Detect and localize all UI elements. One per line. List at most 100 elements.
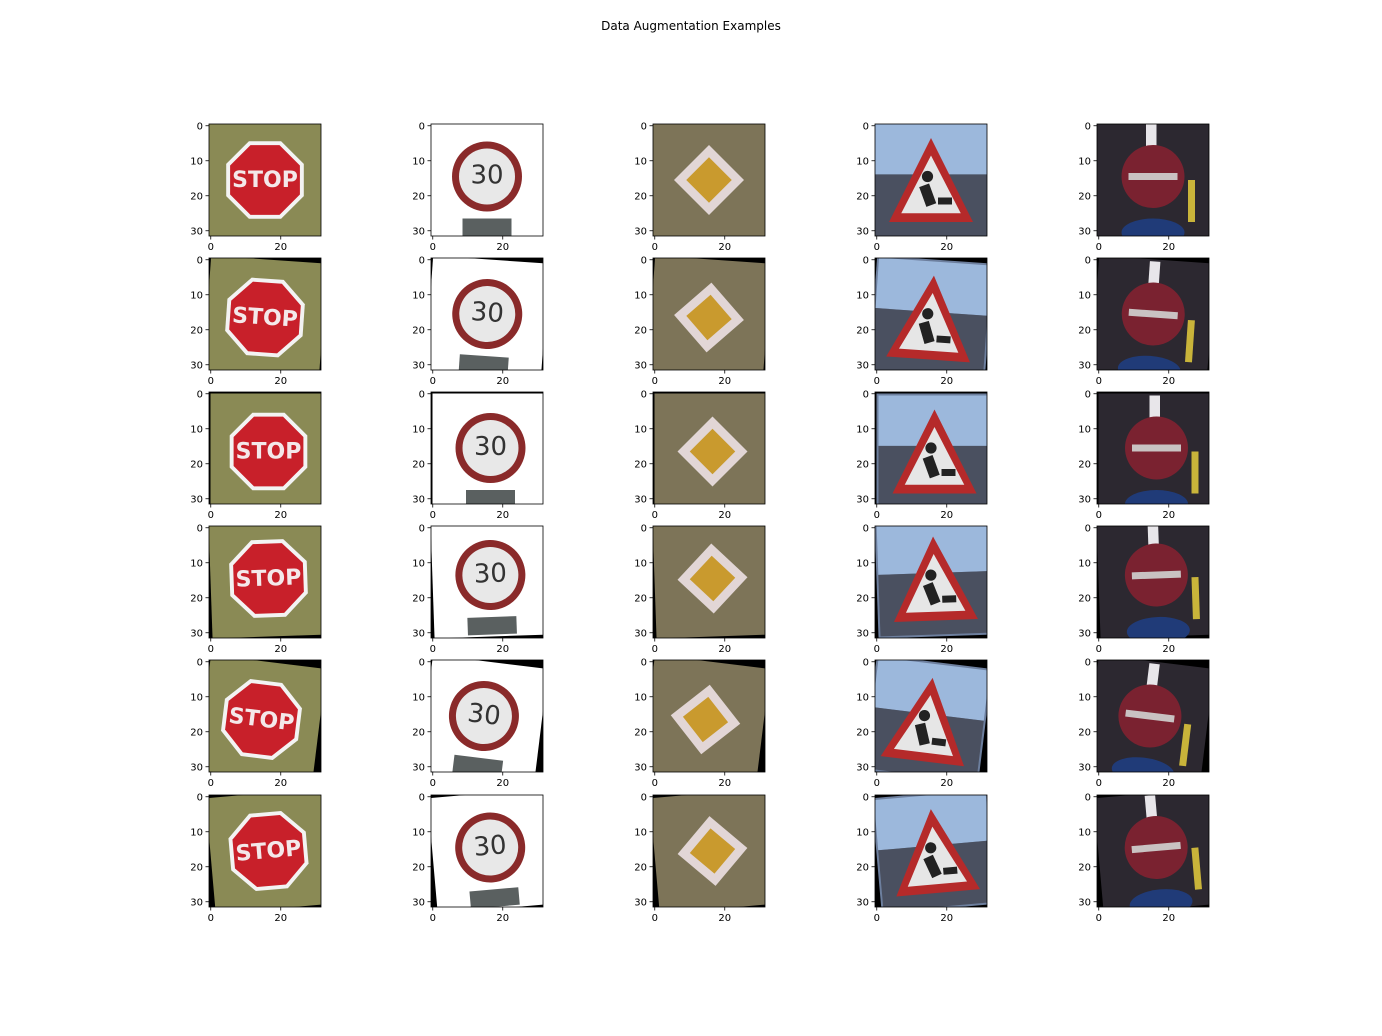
xtick-label-20: 20 [274, 913, 287, 924]
panel-r2-c3: 0 10 20 30 0 20 [845, 384, 997, 526]
panel-r1-c1: 30 0 10 20 30 0 20 [401, 250, 553, 392]
ytick-label-10: 10 [1078, 290, 1091, 301]
axes-r0-c4: 01020300 20 [1078, 121, 1210, 253]
ytick-label-10: 10 [190, 827, 203, 838]
ytick-label-30: 30 [634, 226, 647, 237]
axes-r3-c1: 3001020300 20 [412, 523, 544, 655]
ytick-label-10: 10 [412, 692, 425, 703]
ytick-label-10: 10 [634, 156, 647, 167]
image-priority-road-r1 [653, 258, 765, 370]
image-road-work-r5 [875, 795, 987, 907]
xtick-label-20: 20 [1162, 913, 1175, 924]
panel-r4-c3: 0 10 20 30 0 20 [845, 652, 997, 794]
ytick-label-0: 0 [641, 523, 647, 534]
ytick-label-10: 10 [190, 290, 203, 301]
panel-r5-c2: 0 10 20 30 0 20 [623, 787, 775, 929]
ytick-label-0: 0 [197, 657, 203, 668]
xtick-label-0: 0 [1096, 913, 1102, 924]
ytick-label-20: 20 [190, 191, 203, 202]
ytick-label-0: 0 [641, 792, 647, 803]
panel-r0-c1: 30 0 10 20 30 0 20 [401, 116, 553, 258]
ytick-label-20: 20 [856, 593, 869, 604]
ytick-label-30: 30 [1078, 494, 1091, 505]
worker-pile [936, 335, 951, 344]
sign-post [467, 616, 517, 636]
image-no-entry-r3 [1097, 526, 1209, 638]
panel-r4-c2: 0 10 20 30 0 20 [623, 652, 775, 794]
axes-r1-c0: STOP01020300 20 [190, 255, 322, 387]
worker-pile [938, 197, 952, 205]
ytick-label-0: 0 [419, 792, 425, 803]
panel-r1-c0: STOP 0 10 20 30 0 20 [179, 250, 331, 392]
ytick-label-20: 20 [634, 325, 647, 336]
ytick-label-0: 0 [197, 389, 203, 400]
ytick-label-0: 0 [1085, 657, 1091, 668]
ytick-label-20: 20 [1078, 325, 1091, 336]
ytick-label-0: 0 [419, 389, 425, 400]
panel-r3-c4: 0 10 20 30 0 20 [1067, 518, 1219, 660]
speed-sign-text: 30 [470, 161, 503, 191]
ytick-label-10: 10 [856, 827, 869, 838]
axes-r4-c3: 01020300 20 [856, 657, 988, 789]
xtick-label-20: 20 [718, 913, 731, 924]
stop-sign-text: STOP [231, 303, 298, 333]
ytick-label-30: 30 [856, 628, 869, 639]
panel-r5-c3: 0 10 20 30 0 20 [845, 787, 997, 929]
ytick-label-0: 0 [419, 657, 425, 668]
augmentation-grid: STOP 0 10 20 30 0 20 30 0 10 20 30 0 20 0 10 20 30 0 20 0 10 2… [0, 0, 1382, 1036]
panel-r3-c1: 30 0 10 20 30 0 20 [401, 518, 553, 660]
xtick-label-20: 20 [940, 913, 953, 924]
worker-head [925, 442, 937, 454]
image-road-work-r0 [875, 124, 987, 236]
ytick-label-30: 30 [634, 360, 647, 371]
ytick-label-10: 10 [634, 558, 647, 569]
axes-r2-c2: 01020300 20 [634, 389, 766, 521]
panel-r0-c2: 0 10 20 30 0 20 [623, 116, 775, 258]
ytick-label-0: 0 [197, 523, 203, 534]
axes-r3-c2: 01020300 20 [634, 523, 766, 655]
axes-r1-c1: 3001020300 20 [412, 255, 544, 387]
axes-r5-c0: STOP 0 10 20 30 0 20 [190, 792, 322, 924]
axes-r5-c4: 0 10 20 30 0 20 [1078, 792, 1210, 924]
image-road-work-r1 [875, 258, 987, 370]
ytick-label-30: 30 [190, 226, 203, 237]
panel-r2-c4: 0 10 20 30 0 20 [1067, 384, 1219, 526]
ytick-label-30: 30 [1078, 762, 1091, 773]
color-streak [1188, 180, 1195, 222]
speed-sign-text: 30 [472, 830, 508, 863]
axes-r5-c3: 0 10 20 30 0 20 [856, 792, 988, 924]
image-no-entry-r5 [1097, 795, 1209, 907]
speed-sign-text: 30 [473, 558, 507, 589]
ytick-label-30: 30 [190, 628, 203, 639]
ytick-label-10: 10 [634, 827, 647, 838]
ytick-label-20: 20 [856, 459, 869, 470]
ytick-label-20: 20 [412, 191, 425, 202]
ytick-label-10: 10 [412, 558, 425, 569]
ytick-label-10: 10 [634, 290, 647, 301]
axes-r3-c4: 01020300 20 [1078, 523, 1210, 655]
ytick-label-10: 10 [1078, 424, 1091, 435]
stop-sign-text: STOP [232, 168, 298, 193]
ytick-label-10: 10 [190, 156, 203, 167]
ytick-label-0: 0 [641, 255, 647, 266]
ytick-label-0: 0 [863, 389, 869, 400]
ytick-label-20: 20 [634, 727, 647, 738]
worker-pile [941, 469, 956, 476]
xtick-label-0: 0 [652, 913, 658, 924]
image-stop-r0: STOP [209, 124, 321, 236]
ytick-label-20: 20 [190, 862, 203, 873]
ytick-label-30: 30 [190, 494, 203, 505]
ytick-label-20: 20 [190, 325, 203, 336]
ytick-label-30: 30 [190, 897, 203, 908]
ytick-label-10: 10 [412, 827, 425, 838]
xtick-label-20: 20 [496, 913, 509, 924]
ytick-label-10: 10 [856, 558, 869, 569]
stop-sign-text: STOP [236, 440, 302, 465]
worker-pile [942, 595, 957, 603]
ytick-label-20: 20 [1078, 862, 1091, 873]
ytick-label-20: 20 [634, 191, 647, 202]
image-stop-r4: STOP [209, 660, 321, 772]
ytick-label-10: 10 [634, 692, 647, 703]
ytick-label-0: 0 [1085, 792, 1091, 803]
ytick-label-20: 20 [1078, 593, 1091, 604]
